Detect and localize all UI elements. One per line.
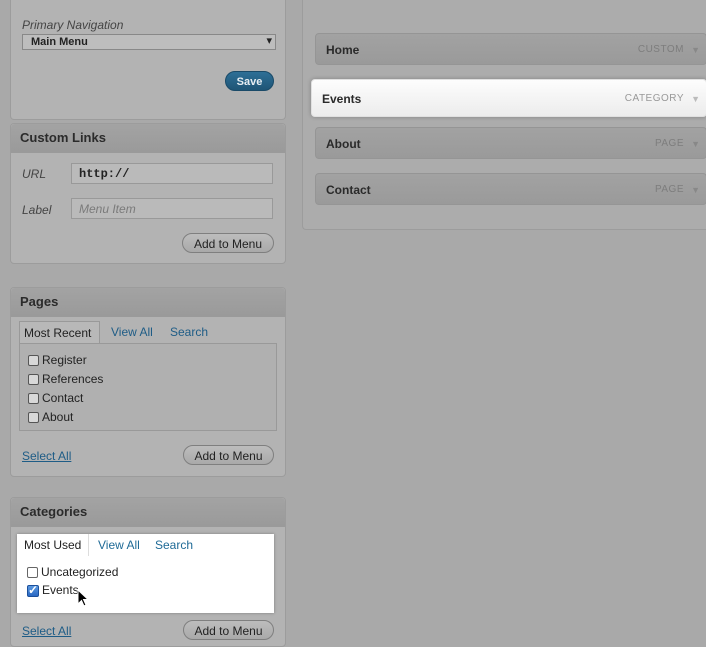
menu-item-contact[interactable]: Contact PAGE ▼	[315, 173, 706, 205]
checkbox[interactable]	[27, 567, 38, 579]
tab-most-recent[interactable]: Most Recent	[19, 321, 100, 343]
label-input[interactable]: Menu Item	[71, 198, 273, 219]
menu-item-type: CUSTOM	[637, 44, 684, 55]
menu-select[interactable]: Main Menu ▾	[22, 34, 276, 50]
expand-arrow-icon[interactable]: ▼	[691, 34, 700, 66]
menu-item-label: Contact	[326, 183, 371, 197]
pages-tabs: Most Recent View All Search	[19, 321, 277, 343]
pages-select-all-link[interactable]: Select All	[22, 449, 71, 463]
category-label: Events	[42, 583, 79, 597]
tab-search[interactable]: Search	[170, 321, 208, 343]
checkbox[interactable]	[28, 393, 39, 405]
url-input[interactable]: http://	[71, 163, 273, 184]
url-label: URL	[22, 167, 47, 181]
pages-add-button[interactable]: Add to Menu	[183, 445, 274, 465]
page-label: References	[42, 372, 104, 386]
checkmark-icon: ✓	[28, 582, 39, 597]
dropdown-arrow-icon[interactable]: ▾	[266, 34, 272, 47]
tab-most-used[interactable]: Most Used	[17, 534, 89, 556]
menu-select-value: Main Menu	[31, 36, 88, 48]
menu-item-type: PAGE	[654, 138, 684, 149]
category-label: Uncategorized	[41, 565, 119, 579]
list-item[interactable]: Register	[28, 351, 87, 369]
tab-view-all[interactable]: View All	[111, 321, 153, 343]
expand-arrow-icon[interactable]: ▼	[691, 174, 700, 206]
mouse-cursor-icon	[77, 589, 90, 607]
menu-structure-panel: Home CUSTOM ▼ Events CATEGORY ▼ About PA…	[302, 0, 706, 230]
checkbox[interactable]	[28, 412, 39, 424]
pages-box: Pages Most Recent View All Search Regist…	[10, 287, 286, 477]
expand-arrow-icon[interactable]: ▼	[691, 128, 700, 160]
label-label: Label	[22, 203, 52, 217]
pages-list-panel: Register References Contact About	[19, 343, 277, 431]
menu-item-label: Home	[326, 43, 360, 57]
page-label: About	[42, 410, 74, 424]
page-label: Register	[42, 353, 87, 367]
list-item[interactable]: Contact	[28, 389, 83, 407]
menu-item-label: Events	[322, 92, 362, 106]
checkbox[interactable]	[28, 374, 39, 386]
categories-select-all-link[interactable]: Select All	[22, 624, 71, 638]
left-column: Primary Navigation Main Menu ▾ Save Cust…	[10, 0, 286, 647]
page-label: Contact	[42, 391, 84, 405]
list-item[interactable]: References	[28, 370, 103, 388]
categories-box: Categories Most Used View All Search Unc…	[10, 497, 286, 647]
categories-add-button[interactable]: Add to Menu	[183, 620, 274, 640]
expand-arrow-icon[interactable]: ▼	[691, 80, 700, 118]
list-item[interactable]: Uncategorized	[27, 564, 118, 580]
menu-item-about[interactable]: About PAGE ▼	[315, 127, 706, 159]
categories-tabs: Most Used View All Search	[17, 534, 274, 556]
menu-item-type: PAGE	[654, 184, 684, 195]
tab-search[interactable]: Search	[155, 534, 193, 556]
list-item[interactable]: ✓ Events	[27, 582, 79, 598]
list-item[interactable]: About	[28, 408, 73, 426]
custom-links-box: Custom Links URL http:// Label Menu Item…	[10, 123, 286, 264]
primary-navigation-heading: Primary Navigation	[22, 18, 124, 32]
categories-highlight-panel: Most Used View All Search Uncategorized …	[17, 534, 274, 613]
tab-view-all[interactable]: View All	[98, 534, 140, 556]
categories-title: Categories	[11, 498, 285, 527]
menu-select-box: Primary Navigation Main Menu ▾ Save	[10, 0, 286, 120]
checkbox-checked[interactable]: ✓	[27, 582, 39, 597]
pages-title: Pages	[11, 288, 285, 317]
checkbox[interactable]	[28, 355, 39, 367]
custom-links-add-button[interactable]: Add to Menu	[182, 233, 274, 253]
custom-links-title: Custom Links	[11, 124, 285, 153]
save-button[interactable]: Save	[225, 71, 274, 91]
menu-item-events[interactable]: Events CATEGORY ▼	[311, 79, 706, 117]
menu-item-type: CATEGORY	[624, 93, 684, 104]
menu-item-label: About	[326, 137, 361, 151]
menu-item-home[interactable]: Home CUSTOM ▼	[315, 33, 706, 65]
